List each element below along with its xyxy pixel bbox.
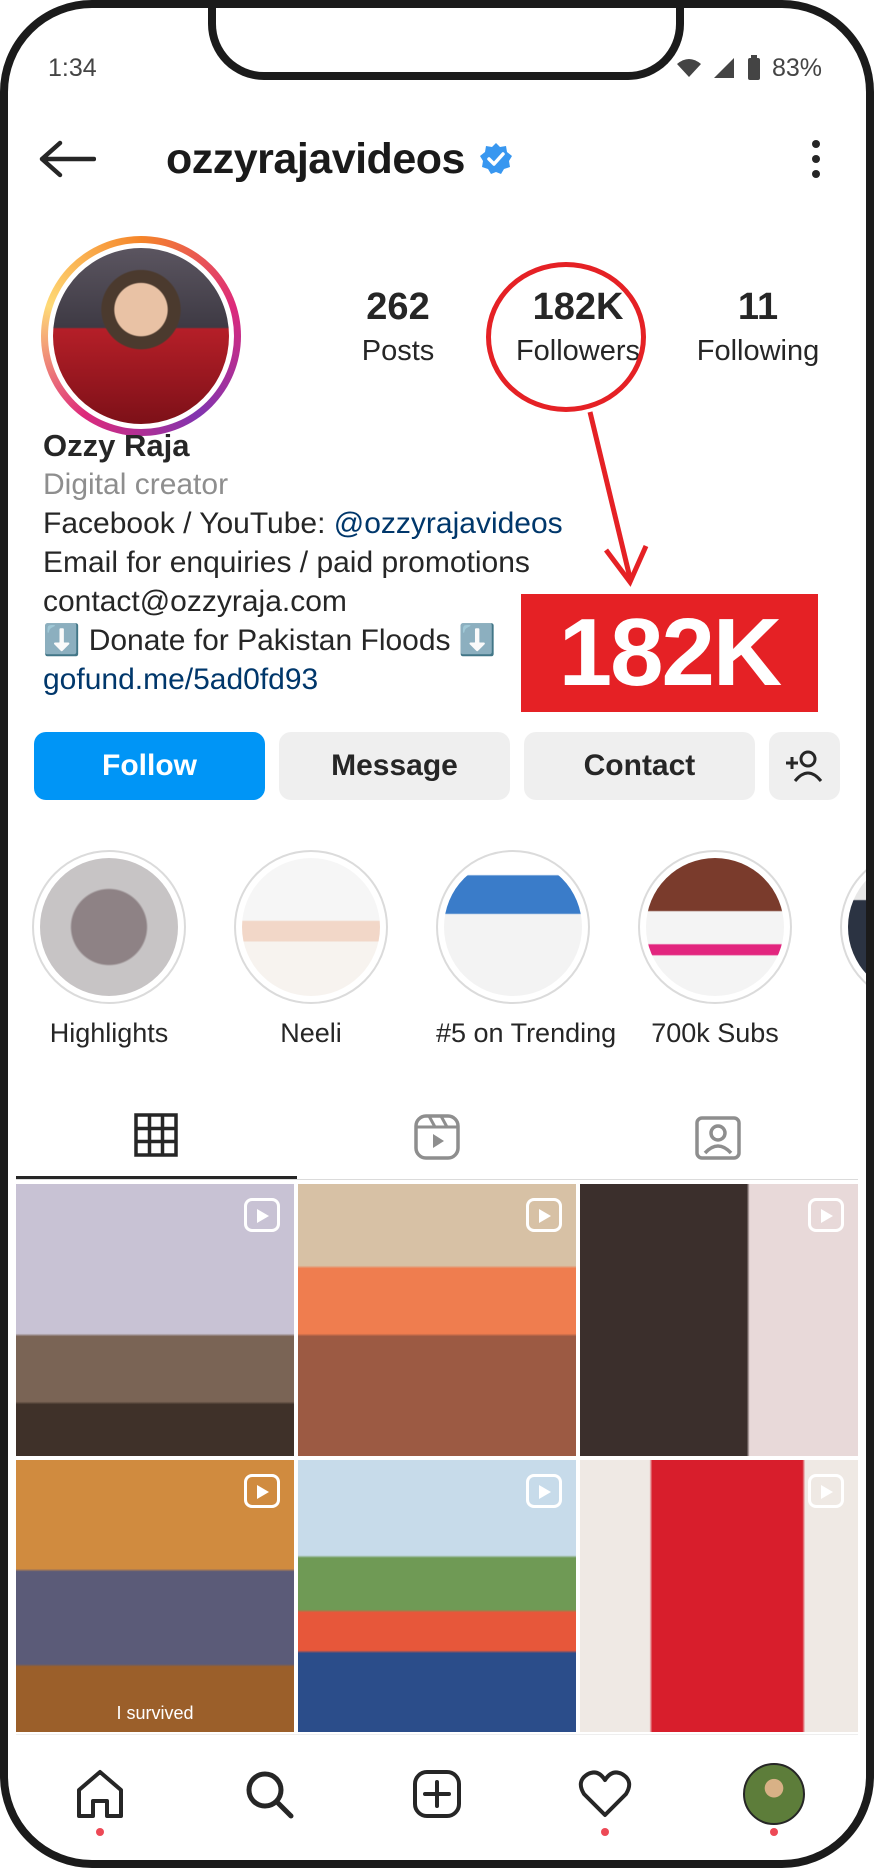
- home-icon: [77, 1769, 124, 1818]
- reel-icon: [244, 1474, 280, 1508]
- avatar[interactable]: [41, 236, 241, 436]
- post-thumbnail[interactable]: [580, 1184, 858, 1456]
- grid-icon: [134, 1113, 179, 1157]
- highlight-cover: [646, 858, 784, 996]
- posts-grid: I survived: [16, 1184, 858, 1732]
- story-highlights: Highlights Neeli #5 on Trending 700k Sub…: [32, 850, 866, 1049]
- reels-icon: [414, 1113, 460, 1160]
- more-options-icon[interactable]: [806, 140, 826, 178]
- notch: [208, 8, 684, 80]
- post-caption: I survived: [116, 1703, 194, 1723]
- reel-icon: [526, 1198, 562, 1232]
- battery-percent: 83%: [771, 53, 822, 82]
- bottom-navigation: [16, 1734, 858, 1852]
- search-icon: [246, 1771, 294, 1818]
- highlight-item[interactable]: Highlights: [32, 850, 186, 1049]
- profile-tabs: [16, 1094, 858, 1180]
- contact-button[interactable]: Contact: [523, 732, 755, 800]
- tab-posts[interactable]: [16, 1094, 297, 1179]
- post-thumbnail[interactable]: [298, 1184, 576, 1456]
- display-name: Ozzy Raja: [43, 428, 190, 463]
- signal-icon: [713, 58, 734, 78]
- bio-line-email-label: Email for enquiries / paid promotions: [43, 546, 530, 579]
- highlight-label: Neeli: [280, 1018, 342, 1048]
- notification-dot: [769, 1827, 778, 1836]
- annotation-followers-banner: 182K: [521, 594, 818, 712]
- bio-line-social: Facebook / YouTube: @ozzyrajavideos: [43, 507, 563, 540]
- highlight-item[interactable]: #5 on Trending: [436, 850, 617, 1049]
- highlight-cover: [40, 858, 178, 996]
- stat-following-count: 11: [737, 286, 779, 328]
- reel-icon: [526, 1474, 562, 1508]
- nav-create[interactable]: [397, 1754, 477, 1834]
- add-person-icon: [786, 750, 823, 782]
- bio-website-link[interactable]: gofund.me/5ad0fd93: [43, 660, 563, 699]
- stat-following-label: Following: [696, 335, 820, 367]
- wifi-icon: [676, 59, 701, 77]
- status-time: 1:34: [48, 53, 97, 82]
- annotation-circle: [486, 262, 646, 412]
- profile-actions: Follow Message Contact: [34, 732, 841, 800]
- battery-icon: [747, 55, 760, 80]
- annotation-arrow-icon: [587, 411, 649, 587]
- suggested-users-button[interactable]: [768, 732, 841, 800]
- profile-category: Digital creator: [43, 468, 229, 501]
- highlight-cover: [848, 858, 866, 996]
- bio-handle-link[interactable]: @ozzyrajavideos: [334, 507, 563, 540]
- bio-line-donate: ⬇️ Donate for Pakistan Floods ⬇️: [43, 624, 497, 657]
- phone-frame: 1:34 83% ozzyrajavideos 262 Posts 182K F…: [0, 0, 874, 1868]
- tab-tagged[interactable]: [577, 1094, 858, 1179]
- highlight-item[interactable]: Neeli: [234, 850, 388, 1049]
- reel-icon: [808, 1198, 844, 1232]
- notification-dot: [601, 1827, 610, 1836]
- bio-line-email: contact@ozzyraja.com: [43, 585, 347, 618]
- highlight-label: Highlights: [49, 1018, 169, 1048]
- profile-bio: Ozzy Raja Digital creator Facebook / You…: [43, 426, 563, 699]
- highlight-item[interactable]: Hi: [840, 850, 866, 1049]
- stat-following[interactable]: 11 Following: [668, 286, 848, 368]
- profile-avatar-icon: [742, 1762, 805, 1825]
- highlight-label: #5 on Trending: [436, 1018, 617, 1048]
- nav-profile[interactable]: [734, 1754, 814, 1836]
- post-thumbnail[interactable]: [580, 1460, 858, 1732]
- post-thumbnail[interactable]: [16, 1184, 294, 1456]
- stat-posts-count: 262: [366, 286, 430, 328]
- stat-posts[interactable]: 262 Posts: [308, 286, 488, 368]
- stat-posts-label: Posts: [361, 335, 435, 367]
- post-thumbnail[interactable]: I survived: [16, 1460, 294, 1732]
- highlight-item[interactable]: 700k Subs: [638, 850, 792, 1049]
- avatar-image: [53, 248, 229, 424]
- post-thumbnail[interactable]: [298, 1460, 576, 1732]
- username: ozzyrajavideos: [166, 134, 465, 183]
- tab-reels[interactable]: [297, 1094, 578, 1179]
- reel-icon: [244, 1198, 280, 1232]
- notification-dot: [96, 1827, 105, 1836]
- highlight-cover: [242, 858, 380, 996]
- follow-button[interactable]: Follow: [34, 732, 265, 800]
- message-button[interactable]: Message: [278, 732, 510, 800]
- verified-badge-icon: [479, 143, 512, 174]
- tagged-icon: [694, 1115, 741, 1160]
- highlight-label: 700k Subs: [651, 1018, 779, 1048]
- reel-icon: [808, 1474, 844, 1508]
- add-post-icon: [412, 1769, 461, 1818]
- nav-activity[interactable]: [565, 1754, 645, 1836]
- heart-icon: [579, 1770, 632, 1817]
- highlight-cover: [444, 858, 582, 996]
- highlight-label: Hi: [840, 1018, 866, 1049]
- back-arrow-icon[interactable]: [38, 139, 96, 179]
- nav-home[interactable]: [60, 1754, 140, 1836]
- profile-header: ozzyrajavideos: [38, 126, 826, 192]
- nav-search[interactable]: [229, 1754, 309, 1834]
